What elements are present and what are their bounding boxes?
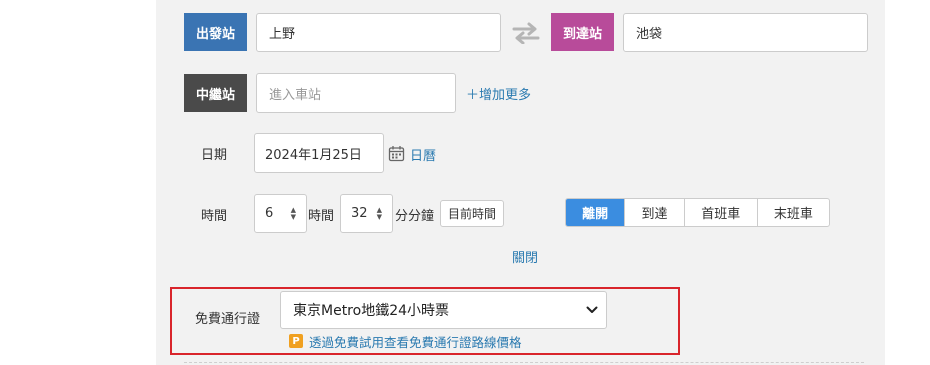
- free-pass-label: 免費通行證: [195, 311, 261, 327]
- time-mode-segmented: 離開 到達 首班車 末班車: [565, 198, 830, 227]
- mode-first-train[interactable]: 首班車: [683, 199, 757, 226]
- to-station-input[interactable]: 池袋: [623, 13, 868, 52]
- date-label: 日期: [201, 147, 228, 163]
- swap-arrows-icon[interactable]: [512, 22, 540, 45]
- hour-value: 6: [265, 206, 274, 221]
- current-time-button[interactable]: 目前時間: [440, 200, 504, 227]
- premium-badge-icon: P: [289, 334, 303, 348]
- chevron-down-icon: [586, 302, 598, 318]
- calendar-link[interactable]: 日曆: [410, 144, 436, 164]
- via-station-input[interactable]: 進入車站: [256, 73, 456, 113]
- mode-depart[interactable]: 離開: [566, 199, 625, 226]
- hour-stepper[interactable]: 6 ▲ ▼: [254, 194, 307, 233]
- minute-unit: 分分鐘: [395, 208, 435, 224]
- free-pass-promo-link[interactable]: 透過免費試用查看免費通行證路線價格: [309, 332, 522, 350]
- to-station-label: 到達站: [551, 13, 614, 51]
- via-station-label: 中繼站: [184, 74, 247, 112]
- hour-unit: 時間: [308, 208, 335, 224]
- free-pass-select[interactable]: 東京Metro地鐵24小時票: [280, 291, 607, 329]
- from-station-input[interactable]: 上野: [256, 13, 501, 52]
- calendar-icon[interactable]: [388, 145, 405, 162]
- divider: [184, 362, 864, 363]
- date-input[interactable]: 2024年1月25日: [254, 133, 384, 173]
- minute-stepper[interactable]: 32 ▲ ▼: [340, 194, 393, 233]
- stepper-arrows-icon: ▲ ▼: [290, 205, 296, 221]
- add-more-link[interactable]: ＋增加更多: [466, 83, 531, 103]
- free-pass-selected: 東京Metro地鐵24小時票: [293, 303, 450, 319]
- time-label: 時間: [201, 208, 228, 224]
- close-link[interactable]: 關閉: [512, 246, 538, 266]
- stepper-arrows-icon: ▲ ▼: [376, 205, 382, 221]
- mode-arrive[interactable]: 到達: [624, 199, 683, 226]
- from-station-label: 出發站: [184, 13, 247, 51]
- mode-last-train[interactable]: 末班車: [756, 199, 829, 226]
- minute-value: 32: [351, 206, 368, 221]
